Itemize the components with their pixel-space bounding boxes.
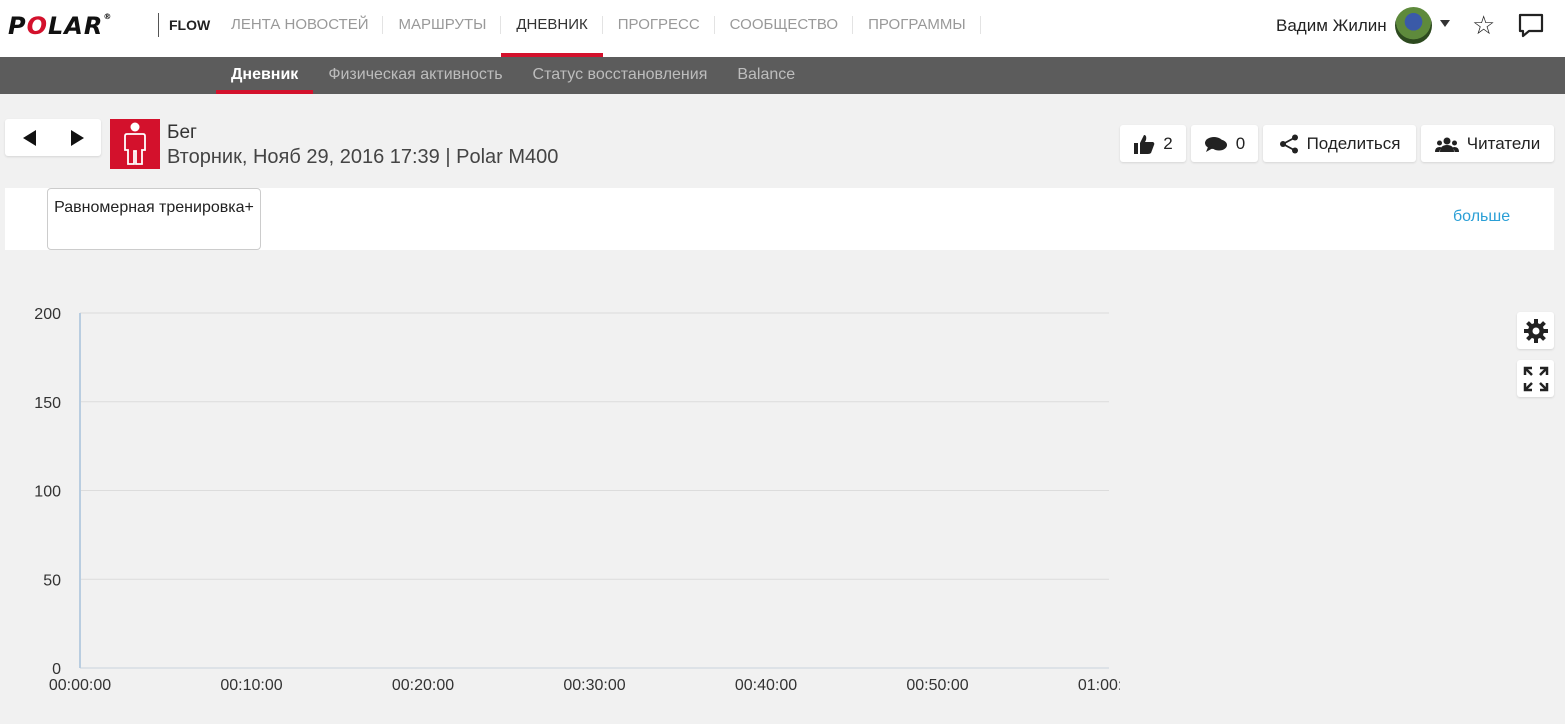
arrow-left-icon xyxy=(22,129,36,146)
previous-session-button[interactable] xyxy=(5,119,53,156)
like-count: 2 xyxy=(1163,133,1173,153)
star-icon[interactable]: ☆ xyxy=(1472,10,1495,40)
x-tick-label: 00:40:00 xyxy=(735,677,797,694)
phase-bar: Равномерная тренировка+ больше xyxy=(5,188,1554,250)
thumbs-up-icon xyxy=(1134,134,1155,154)
training-phase-button[interactable]: Равномерная тренировка+ xyxy=(47,188,261,250)
comment-count: 0 xyxy=(1235,133,1246,153)
comments-icon xyxy=(1204,136,1227,152)
subnav-item-label: Balance xyxy=(737,66,796,83)
nav-item-label: ПРОГРАММЫ xyxy=(868,16,966,33)
session-pager xyxy=(5,119,101,156)
nav-item-3[interactable]: ПРОГРЕСС xyxy=(603,0,715,57)
polar-logo[interactable]: POLAR® xyxy=(8,12,112,40)
training-chart: 0 50 100 150 200 00:00:00 00:10:00 00:20:00 00:3… xyxy=(34,306,1120,694)
y-tick-label: 100 xyxy=(34,484,61,501)
x-tick-label: 01:00:00 xyxy=(1078,677,1120,694)
nav-item-4[interactable]: СООБЩЕСТВО xyxy=(715,0,854,57)
expand-icon xyxy=(1523,366,1548,391)
nav-item-0[interactable]: ЛЕНТА НОВОСТЕЙ xyxy=(216,0,384,57)
subnav-item-0[interactable]: Дневник xyxy=(216,57,314,94)
chat-icon[interactable] xyxy=(1517,12,1545,38)
nav-item-label: СООБЩЕСТВО xyxy=(729,16,839,33)
readers-label: Читатели xyxy=(1466,133,1541,153)
nav-item-label: МАРШРУТЫ xyxy=(398,16,487,33)
subnav-item-label: Физическая активность xyxy=(328,66,503,83)
share-icon xyxy=(1279,134,1298,153)
subnav-item-label: Дневник xyxy=(231,66,299,83)
sub-nav: Дневник Физическая активность Статус восст… xyxy=(0,57,1565,94)
avatar[interactable] xyxy=(1395,7,1432,44)
person-icon xyxy=(124,122,146,165)
nav-item-2[interactable]: ДНЕВНИК xyxy=(501,0,604,57)
x-tick-label: 00:00:00 xyxy=(49,677,111,694)
chevron-down-icon[interactable] xyxy=(1440,20,1450,27)
arrow-right-icon xyxy=(70,129,84,146)
next-session-button[interactable] xyxy=(53,119,101,156)
x-tick-label: 00:10:00 xyxy=(220,677,282,694)
y-tick-label: 150 xyxy=(34,395,61,412)
subnav-item-1[interactable]: Физическая активность xyxy=(313,57,517,94)
x-tick-label: 00:50:00 xyxy=(906,677,968,694)
subnav-item-2[interactable]: Статус восстановления xyxy=(518,57,723,94)
nav-item-5[interactable]: ПРОГРАММЫ xyxy=(853,0,981,57)
nav-item-label: ПРОГРЕСС xyxy=(617,16,700,33)
chart-settings-button[interactable] xyxy=(1517,312,1554,349)
fullscreen-button[interactable] xyxy=(1517,360,1554,397)
share-label: Поделиться xyxy=(1306,133,1401,153)
nav-item-1[interactable]: МАРШРУТЫ xyxy=(383,0,502,57)
nav-item-label: ДНЕВНИК xyxy=(516,16,588,33)
main-nav: ЛЕНТА НОВОСТЕЙ МАРШРУТЫ ДНЕВНИК ПРОГРЕСС СОО… xyxy=(216,0,981,57)
sport-name: Бег xyxy=(167,122,197,143)
subnav-item-label: Статус восстановления xyxy=(532,66,708,83)
session-date-device: Вторник, Нояб 29, 2016 17:39 | Polar M40… xyxy=(167,146,559,168)
comment-button[interactable]: 0 xyxy=(1191,125,1258,162)
y-tick-label: 0 xyxy=(52,661,61,678)
share-button[interactable]: Поделиться xyxy=(1263,125,1416,162)
y-tick-label: 200 xyxy=(34,306,61,323)
user-name[interactable]: Вадим Жилин xyxy=(1276,16,1387,36)
top-bar: POLAR® FLOW ЛЕНТА НОВОСТЕЙ МАРШРУТЫ ДНЕВНИ… xyxy=(0,0,1565,57)
readers-icon xyxy=(1434,137,1459,152)
nav-item-label: ЛЕНТА НОВОСТЕЙ xyxy=(231,16,369,33)
more-link[interactable]: больше xyxy=(1453,208,1510,226)
y-tick-label: 50 xyxy=(43,572,61,589)
x-tick-label: 00:30:00 xyxy=(563,677,625,694)
active-subtab-indicator xyxy=(216,90,314,94)
running-sport-icon xyxy=(110,119,160,169)
readers-button[interactable]: Читатели xyxy=(1421,125,1554,162)
flow-label: FLOW xyxy=(158,13,210,37)
gear-icon xyxy=(1523,318,1548,343)
x-tick-label: 00:20:00 xyxy=(392,677,454,694)
like-button[interactable]: 2 xyxy=(1120,125,1186,162)
subnav-item-3[interactable]: Balance xyxy=(722,57,810,94)
